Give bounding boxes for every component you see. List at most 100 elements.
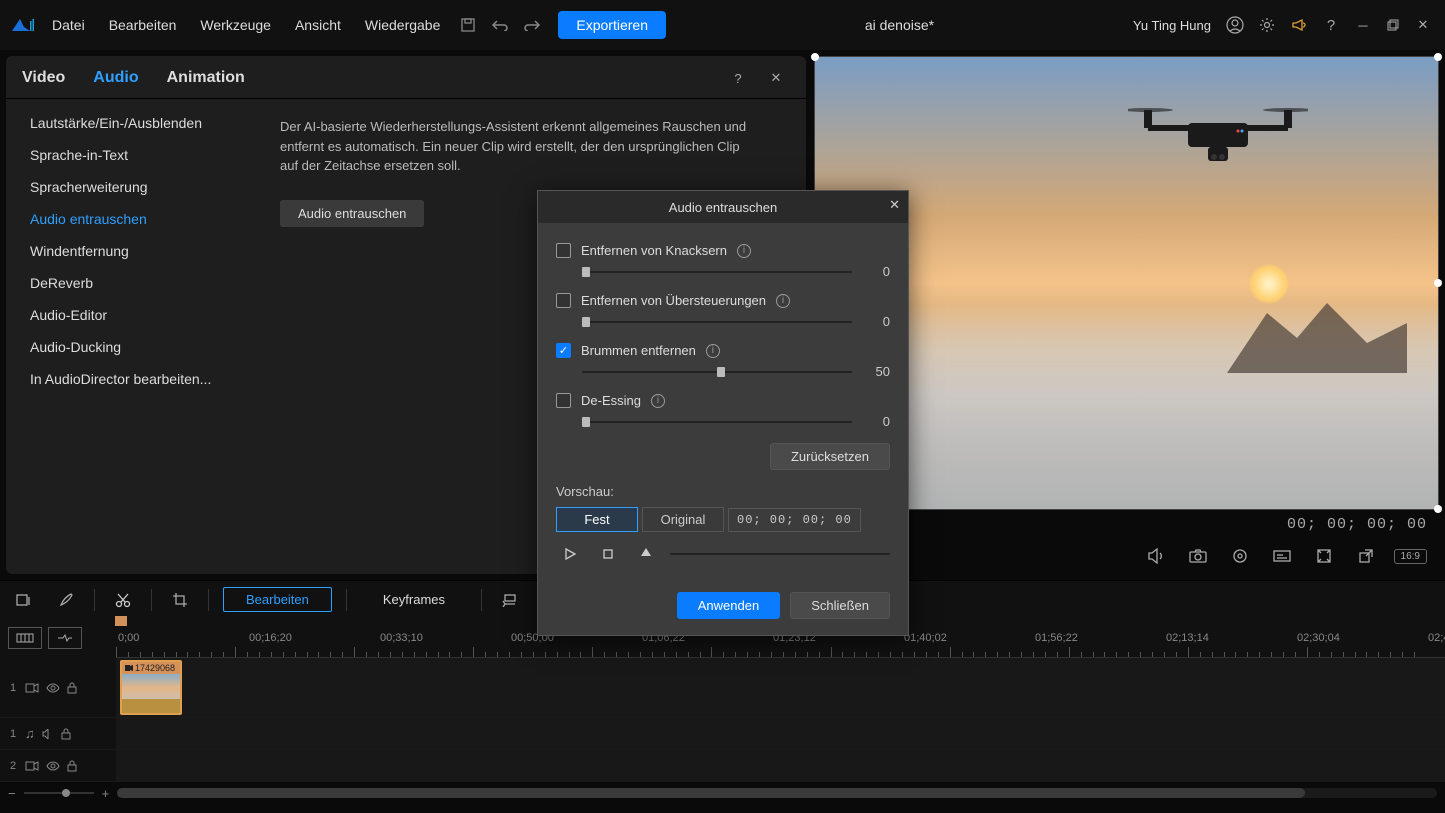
volume-icon[interactable] — [1144, 544, 1168, 568]
hum-checkbox[interactable] — [556, 343, 571, 358]
track-number: 1 — [10, 728, 18, 740]
hum-value: 50 — [866, 364, 890, 379]
declip-slider[interactable] — [582, 317, 852, 327]
track-header: 1 ♫ — [0, 718, 116, 749]
menubar: Datei Bearbeiten Werkzeuge Ansicht Wiede… — [0, 0, 1445, 50]
apply-button[interactable]: Anwenden — [677, 592, 780, 619]
sidebar-item-speech-enhance[interactable]: Spracherweiterung — [6, 171, 256, 203]
drone-image — [1128, 95, 1308, 175]
brush-tool-icon[interactable] — [52, 588, 80, 612]
audio-track-icon[interactable]: ♫ — [25, 726, 35, 741]
save-icon[interactable] — [456, 13, 480, 37]
reset-button[interactable]: Zurücksetzen — [770, 443, 890, 470]
info-icon[interactable]: i — [651, 394, 665, 408]
maximize-icon[interactable] — [1381, 13, 1405, 37]
visibility-icon[interactable] — [46, 761, 60, 771]
lock-icon[interactable] — [61, 728, 71, 740]
declick-slider[interactable] — [582, 267, 852, 277]
quality-icon[interactable] — [1228, 544, 1252, 568]
declick-label: Entfernen von Knacksern — [581, 243, 727, 258]
dialog-seekbar[interactable] — [670, 553, 890, 555]
fit-icon[interactable] — [1312, 544, 1336, 568]
dialog-play-icon[interactable] — [558, 542, 582, 566]
zoom-in-icon[interactable]: + — [102, 786, 110, 801]
dialog-marker-icon[interactable] — [634, 542, 658, 566]
close-button[interactable]: Schließen — [790, 592, 890, 619]
crop-tool-icon[interactable] — [166, 588, 194, 612]
denoise-button[interactable]: Audio entrauschen — [280, 200, 424, 227]
video-track-icon[interactable] — [25, 683, 39, 693]
sidebar-item-dereverb[interactable]: DeReverb — [6, 267, 256, 299]
user-icon[interactable] — [1223, 13, 1247, 37]
more-tools-icon[interactable] — [496, 588, 524, 612]
keyframes-tab-button[interactable]: Keyframes — [361, 588, 467, 611]
menu-tools[interactable]: Werkzeuge — [190, 11, 281, 39]
cut-tool-icon[interactable] — [109, 588, 137, 612]
dialog-close-icon[interactable]: ✕ — [889, 197, 900, 213]
track-number: 2 — [10, 760, 18, 772]
mute-icon[interactable] — [42, 729, 54, 739]
info-icon[interactable]: i — [706, 344, 720, 358]
hum-label: Brummen entfernen — [581, 343, 696, 358]
popout-icon[interactable] — [1354, 544, 1378, 568]
tab-animation[interactable]: Animation — [167, 69, 245, 87]
undo-icon[interactable] — [488, 13, 512, 37]
deess-checkbox[interactable] — [556, 393, 571, 408]
sidebar-item-audiodirector[interactable]: In AudioDirector bearbeiten... — [6, 363, 256, 395]
resize-handle[interactable] — [1434, 505, 1442, 513]
dialog-timecode: 00; 00; 00; 00 — [728, 508, 861, 532]
panel-help-icon[interactable]: ? — [726, 66, 750, 90]
sidebar-item-speech-to-text[interactable]: Sprache-in-Text — [6, 139, 256, 171]
resize-handle[interactable] — [1434, 279, 1442, 287]
declip-label: Entfernen von Übersteuerungen — [581, 293, 766, 308]
dialog-stop-icon[interactable] — [596, 542, 620, 566]
panel-close-icon[interactable]: ✕ — [764, 66, 788, 90]
close-icon[interactable]: ✕ — [1411, 13, 1435, 37]
sidebar-item-ducking[interactable]: Audio-Ducking — [6, 331, 256, 363]
export-button[interactable]: Exportieren — [558, 11, 666, 39]
timeline-clip[interactable]: 17429068 — [120, 660, 182, 715]
declick-checkbox[interactable] — [556, 243, 571, 258]
declip-checkbox[interactable] — [556, 293, 571, 308]
tab-audio[interactable]: Audio — [93, 69, 138, 87]
preview-fixed-button[interactable]: Fest — [556, 507, 638, 532]
sidebar-item-audio-editor[interactable]: Audio-Editor — [6, 299, 256, 331]
info-icon[interactable]: i — [737, 244, 751, 258]
menu-view[interactable]: Ansicht — [285, 11, 351, 39]
video-track-icon[interactable] — [25, 761, 39, 771]
redo-icon[interactable] — [520, 13, 544, 37]
timeline-mode-a[interactable] — [8, 627, 42, 649]
aspect-ratio-badge[interactable]: 16:9 — [1394, 549, 1427, 564]
sidebar-item-wind-removal[interactable]: Windentfernung — [6, 235, 256, 267]
deess-slider[interactable] — [582, 417, 852, 427]
track-header: 1 — [0, 658, 116, 717]
resize-handle[interactable] — [1434, 53, 1442, 61]
lock-icon[interactable] — [67, 682, 77, 694]
gear-icon[interactable] — [1255, 13, 1279, 37]
tab-video[interactable]: Video — [22, 69, 65, 87]
zoom-slider[interactable] — [24, 792, 94, 794]
sidebar-item-denoise[interactable]: Audio entrauschen — [6, 203, 256, 235]
resize-handle[interactable] — [811, 53, 819, 61]
megaphone-icon[interactable] — [1287, 13, 1311, 37]
minimize-icon[interactable]: ─ — [1351, 13, 1375, 37]
audio-sidebar: Lautstärke/Ein-/Ausblenden Sprache-in-Te… — [6, 99, 256, 574]
zoom-out-icon[interactable]: − — [8, 786, 16, 801]
snapshot-icon[interactable] — [1186, 544, 1210, 568]
declip-value: 0 — [866, 314, 890, 329]
preview-original-button[interactable]: Original — [642, 507, 724, 532]
hum-slider[interactable] — [582, 367, 852, 377]
menu-edit[interactable]: Bearbeiten — [99, 11, 187, 39]
visibility-icon[interactable] — [46, 683, 60, 693]
edit-tab-button[interactable]: Bearbeiten — [223, 587, 332, 612]
help-icon[interactable]: ? — [1319, 13, 1343, 37]
marker-tool-icon[interactable] — [10, 588, 38, 612]
lock-icon[interactable] — [67, 760, 77, 772]
timeline-mode-b[interactable] — [48, 627, 82, 649]
menu-playback[interactable]: Wiedergabe — [355, 11, 451, 39]
info-icon[interactable]: i — [776, 294, 790, 308]
menu-file[interactable]: Datei — [42, 11, 95, 39]
timeline-scrollbar[interactable] — [117, 788, 1437, 798]
sidebar-item-volume[interactable]: Lautstärke/Ein-/Ausblenden — [6, 107, 256, 139]
caption-icon[interactable] — [1270, 544, 1294, 568]
